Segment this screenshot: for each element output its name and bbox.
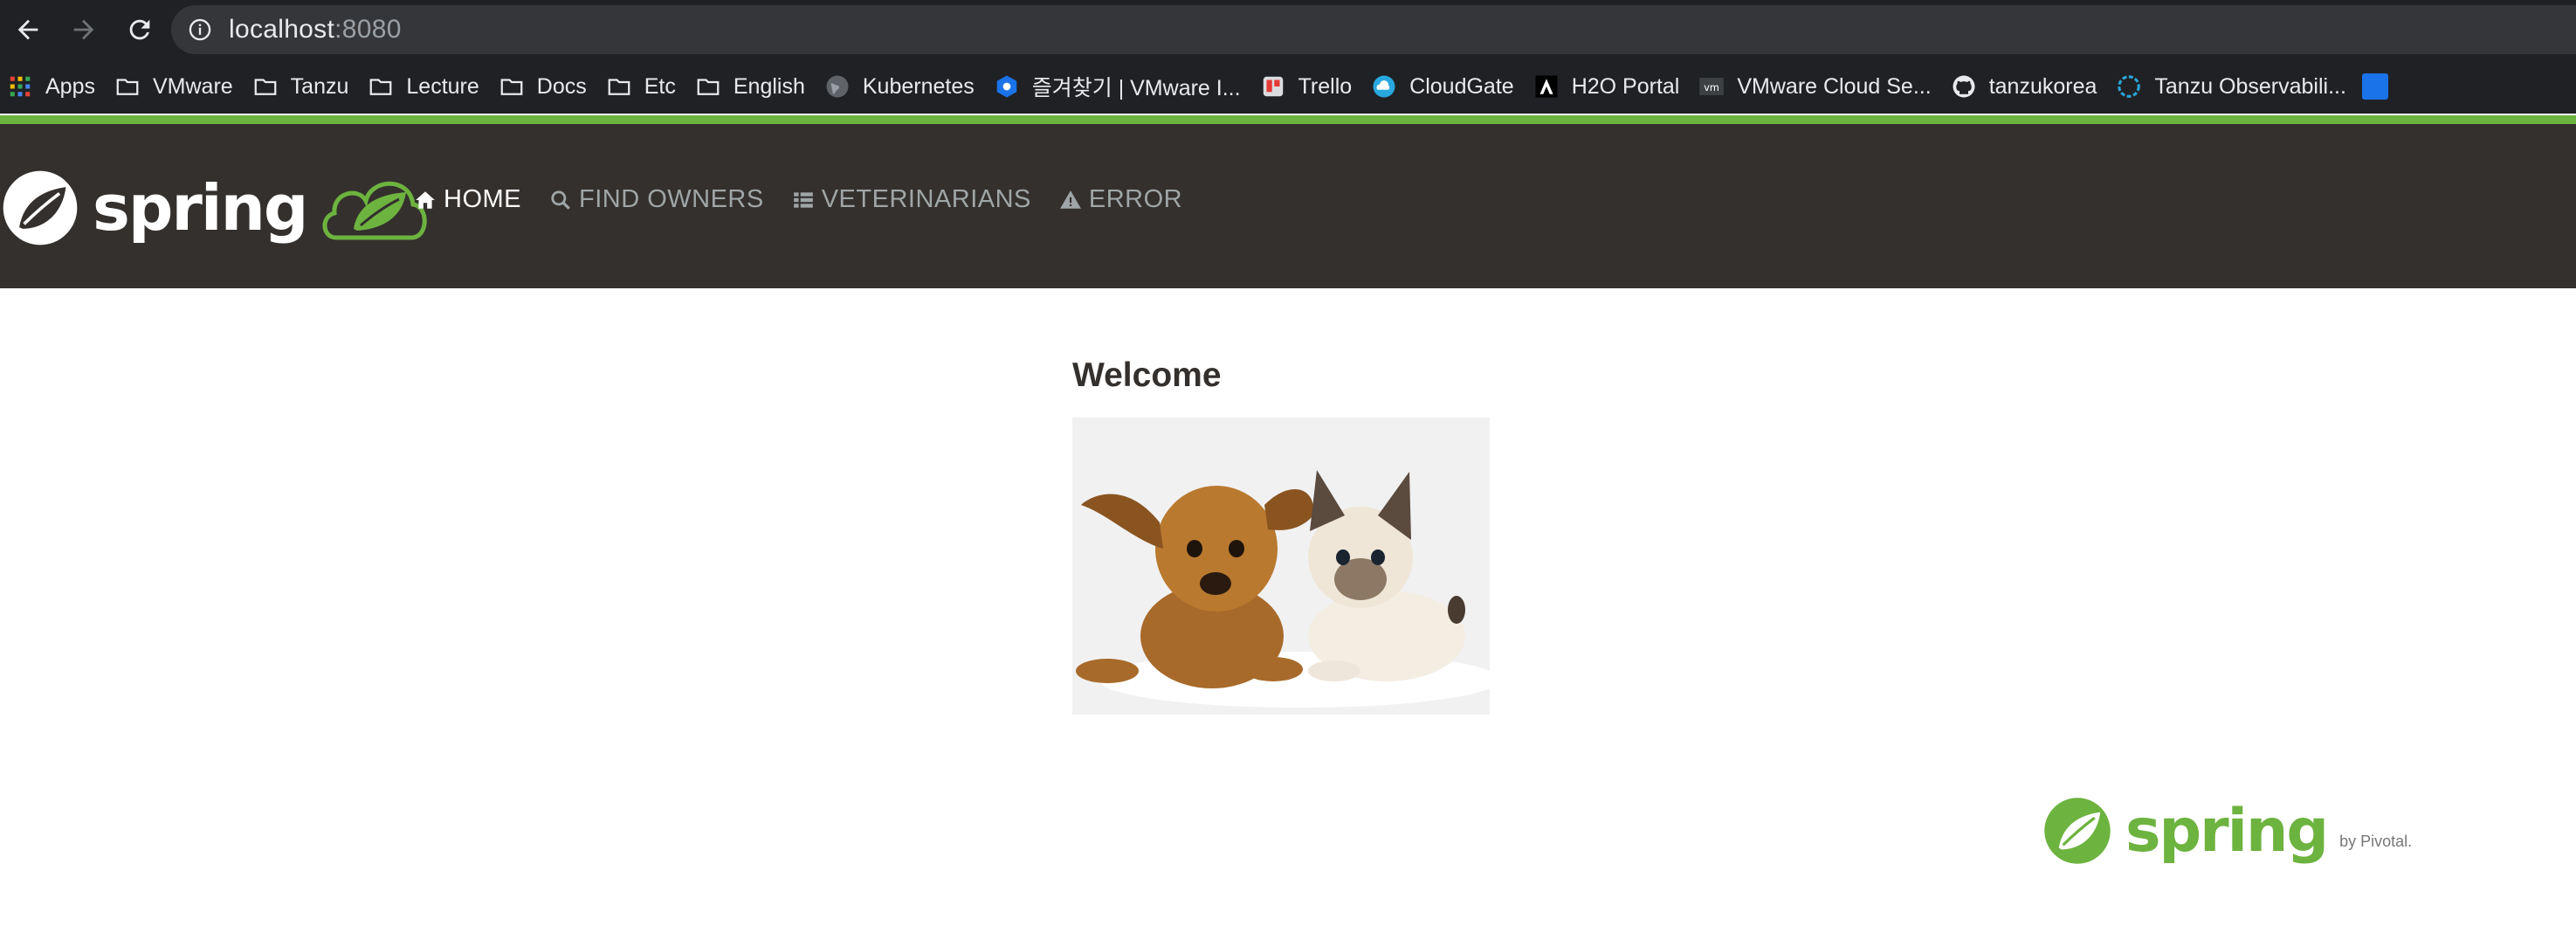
folder-icon: [695, 73, 721, 100]
footer-logo: spring by Pivotal.: [2042, 795, 2412, 867]
bookmarks-bar: Apps VMware Tanzu Lecture Docs Etc English Kube…: [0, 59, 2576, 114]
forward-button[interactable]: [56, 0, 112, 59]
page-title: Welcome: [1072, 356, 1222, 394]
bookmark-item[interactable]: Lecture: [361, 59, 491, 114]
bookmark-label: Lecture: [406, 73, 479, 99]
list-icon: [792, 189, 822, 211]
url-port: :8080: [334, 15, 402, 44]
bookmark-label: 즐겨찾기 | VMware I...: [1031, 76, 1241, 100]
bookmark-label: CloudGate: [1409, 73, 1514, 99]
brand-logo[interactable]: spring: [0, 166, 430, 250]
vm-icon: vm: [1698, 73, 1725, 100]
pets-image: [1072, 418, 1490, 715]
nav-error[interactable]: ERROR: [1059, 185, 1182, 214]
cloudgate-icon: [1371, 73, 1397, 100]
reload-icon: [129, 19, 150, 40]
bookmark-label: tanzukorea: [1988, 73, 2097, 99]
folder-icon: [499, 73, 525, 100]
bookmark-label: H2O Portal: [1571, 73, 1680, 99]
footer-by-pivotal: by Pivotal.: [2339, 833, 2413, 850]
bookmark-item[interactable]: H2O Portal: [1526, 59, 1692, 114]
reload-button[interactable]: [112, 0, 168, 59]
bookmark-item[interactable]: vm VMware Cloud Se...: [1691, 59, 1943, 114]
main-menu: HOME FIND OWNERS VETERINARIANS ERROR: [414, 185, 1210, 214]
nav-find-owners[interactable]: FIND OWNERS: [549, 185, 764, 214]
nav-label: ERROR: [1088, 185, 1183, 213]
back-arrow-icon: [17, 19, 38, 40]
bookmark-label: Etc: [644, 73, 676, 99]
nav-veterinarians[interactable]: VETERINARIANS: [792, 185, 1031, 214]
folder-icon: [114, 73, 141, 100]
bookmark-item[interactable]: Kubernetes: [817, 59, 987, 114]
bookmark-item[interactable]: English: [688, 59, 817, 114]
tanzu-observability-icon: [2116, 73, 2142, 100]
bookmark-label: Tanzu Observabili...: [2154, 73, 2346, 99]
back-button[interactable]: [0, 0, 56, 59]
forward-arrow-icon: [73, 19, 94, 40]
url-host: localhost: [229, 15, 335, 44]
trello-icon: [1260, 73, 1286, 100]
bookmark-item[interactable]: CloudGate: [1364, 59, 1526, 114]
bookmark-item[interactable]: Tanzu: [245, 59, 362, 114]
nav-label: HOME: [444, 185, 521, 213]
bookmark-overflow-icon[interactable]: [2361, 73, 2388, 100]
folder-icon: [368, 73, 394, 100]
address-bar[interactable]: localhost:8080: [171, 5, 2576, 54]
bookmark-label: English: [733, 73, 805, 99]
brand-wordmark: spring: [93, 171, 308, 245]
bookmark-label: Apps: [45, 73, 95, 99]
github-icon: [1951, 73, 1977, 100]
bookmark-item[interactable]: tanzukorea: [1944, 59, 2110, 114]
globe-icon: [824, 73, 851, 100]
spring-leaf-icon: [2044, 798, 2111, 864]
nav-label: FIND OWNERS: [579, 185, 764, 213]
bookmark-label: VMware Cloud Se...: [1737, 73, 1932, 99]
bookmark-item[interactable]: 즐겨찾기 | VMware I...: [987, 59, 1253, 114]
svg-text:vm: vm: [1705, 82, 1720, 93]
warning-icon: [1059, 189, 1089, 211]
bookmark-label: VMware: [152, 73, 233, 99]
nav-home[interactable]: HOME: [414, 185, 521, 214]
bookmark-item[interactable]: VMware: [107, 59, 245, 114]
nav-label: VETERINARIANS: [821, 185, 1031, 213]
folder-icon: [252, 73, 279, 100]
header-accent-line: [0, 115, 2576, 124]
site-info-icon[interactable]: [187, 17, 213, 43]
bookmark-item[interactable]: Docs: [492, 59, 599, 114]
vmware-hex-icon: [994, 73, 1020, 100]
url-text: localhost:8080: [229, 15, 402, 45]
bookmark-item[interactable]: Apps: [0, 59, 107, 114]
main-content: Welcome: [1072, 356, 1490, 715]
home-icon: [414, 189, 444, 211]
bookmark-label: Trello: [1298, 73, 1353, 99]
bookmark-item[interactable]: Tanzu Observabili...: [2109, 59, 2359, 114]
h2o-icon: [1533, 73, 1560, 100]
bookmark-item[interactable]: Trello: [1253, 59, 1365, 114]
bookmark-label: Kubernetes: [862, 73, 975, 99]
footer-wordmark: spring: [2125, 797, 2329, 866]
apps-grid-icon: [7, 73, 33, 100]
search-icon: [549, 189, 579, 211]
bookmark-item[interactable]: Etc: [599, 59, 688, 114]
app-navbar: spring HOME FIND OWNERS VETERINARIANS ERROR: [0, 124, 2576, 288]
browser-toolbar: localhost:8080: [0, 0, 2576, 59]
bookmark-label: Tanzu: [290, 73, 349, 99]
spring-leaf-icon: [3, 170, 78, 245]
folder-icon: [606, 73, 632, 100]
bookmark-label: Docs: [536, 73, 587, 99]
